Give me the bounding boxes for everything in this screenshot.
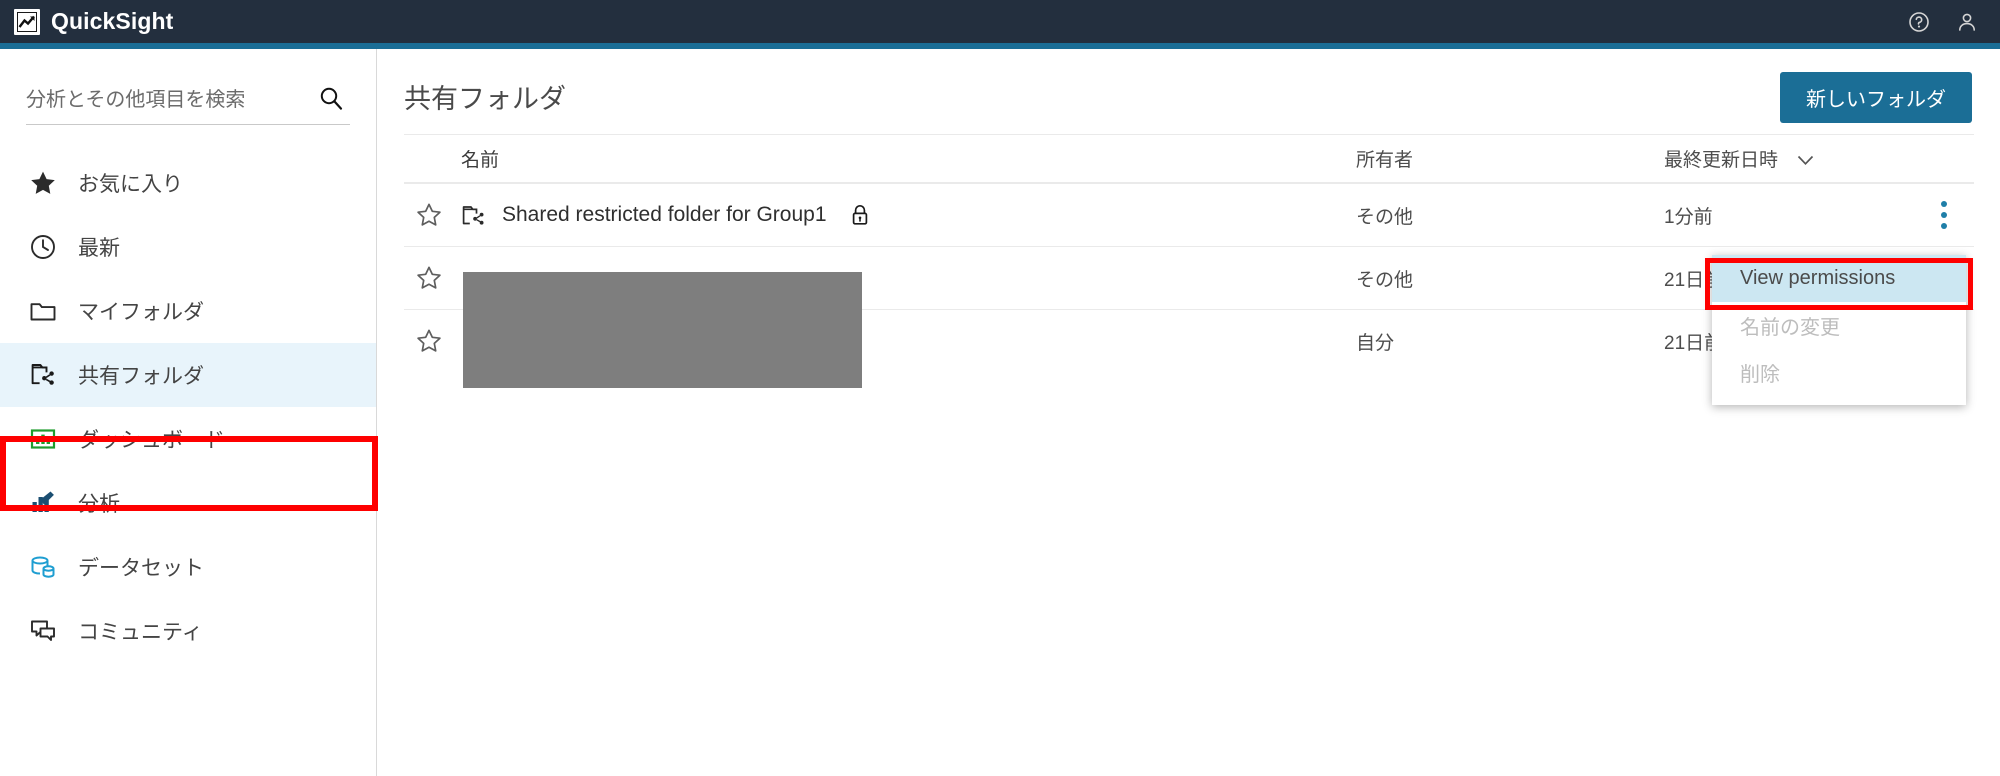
help-circle-icon[interactable] <box>1908 11 1930 33</box>
row-actions-menu-button[interactable] <box>1914 195 1974 235</box>
star-outline-icon[interactable] <box>416 265 442 291</box>
favorite-toggle[interactable] <box>404 202 461 228</box>
column-header-updated[interactable]: 最終更新日時 <box>1664 145 1914 172</box>
chevron-down-icon <box>1797 150 1814 171</box>
sidebar-item-dashboards[interactable]: ダッシュボード <box>0 407 376 471</box>
shared-folder-icon <box>461 204 487 226</box>
shared-folder-icon <box>28 360 58 390</box>
page-title: 共有フォルダ <box>404 84 566 114</box>
sidebar-item-analyses[interactable]: 分析 <box>0 471 376 535</box>
brand[interactable]: QuickSight <box>0 8 173 35</box>
sidebar: お気に入り 最新 マイフォルダ <box>0 49 378 776</box>
app-title: QuickSight <box>51 8 174 34</box>
folder-owner-label: その他 <box>1356 206 1414 228</box>
folder-name-label: Shared restricted folder for Group1 <box>502 203 827 226</box>
row-context-menu: View permissions 名前の変更 削除 <box>1712 255 1966 405</box>
favorite-toggle[interactable] <box>404 328 461 354</box>
sidebar-item-favorites[interactable]: お気に入り <box>0 151 376 215</box>
sidebar-item-label: コミュニティ <box>78 621 203 644</box>
sidebar-item-label: ダッシュボード <box>78 429 225 452</box>
column-header-updated-label: 最終更新日時 <box>1664 150 1779 171</box>
sidebar-item-recent[interactable]: 最新 <box>0 215 376 279</box>
clock-icon <box>28 232 58 262</box>
star-outline-icon[interactable] <box>416 328 442 354</box>
sidebar-item-label: お気に入り <box>78 173 183 196</box>
context-menu-item-delete: 削除 <box>1740 364 1780 386</box>
sidebar-item-label: データセット <box>78 557 204 580</box>
main-header: 共有フォルダ 新しいフォルダ <box>378 49 2000 134</box>
sidebar-item-label: 最新 <box>78 237 120 260</box>
sidebar-item-shared-folder[interactable]: 共有フォルダ <box>0 343 376 407</box>
sidebar-nav: お気に入り 最新 マイフォルダ 共有フォルダ ダッシュボード 分析 データセット… <box>0 151 376 663</box>
sidebar-item-label: マイフォルダ <box>78 301 204 324</box>
dashboard-icon <box>28 424 58 454</box>
search-icon[interactable] <box>318 85 344 111</box>
kebab-menu-icon[interactable] <box>1935 195 1953 235</box>
community-icon <box>28 616 58 646</box>
star-outline-icon[interactable] <box>416 202 442 228</box>
topbar-actions <box>1908 11 2000 33</box>
folder-name-cell[interactable]: Shared restricted folder for Group1 <box>461 203 1356 227</box>
sidebar-item-datasets[interactable]: データセット <box>0 535 376 599</box>
quicksight-logo-icon <box>14 8 40 35</box>
folder-updated-label: 1分前 <box>1664 206 1713 228</box>
sidebar-item-label: 共有フォルダ <box>78 365 204 388</box>
main-content: 共有フォルダ 新しいフォルダ 名前 所有者 最終更新日時 Shared rest… <box>378 49 2000 776</box>
star-filled-icon <box>28 168 58 198</box>
context-menu-item-rename: 名前の変更 <box>1740 317 1840 339</box>
top-bar: QuickSight <box>0 0 2000 43</box>
sidebar-item-community[interactable]: コミュニティ <box>0 599 376 663</box>
lock-icon <box>850 203 870 227</box>
sidebar-item-my-folder[interactable]: マイフォルダ <box>0 279 376 343</box>
column-header-name[interactable]: 名前 <box>461 145 1356 172</box>
favorite-toggle[interactable] <box>404 265 461 291</box>
folder-owner-label: その他 <box>1356 269 1414 291</box>
sidebar-item-label: 分析 <box>78 493 120 516</box>
table-row[interactable]: Shared restricted folder for Group1 その他 … <box>404 183 1974 246</box>
redaction-overlay <box>463 272 862 388</box>
context-menu-item-view-permissions[interactable]: View permissions <box>1712 255 1966 302</box>
new-folder-button[interactable]: 新しいフォルダ <box>1780 72 1972 123</box>
dataset-icon <box>28 552 58 582</box>
user-account-icon[interactable] <box>1956 11 1978 33</box>
folder-owner-label: 自分 <box>1356 332 1395 354</box>
search-input[interactable] <box>26 89 296 112</box>
table-header-row: 名前 所有者 最終更新日時 <box>404 134 1974 183</box>
folder-icon <box>28 296 58 326</box>
search-container[interactable] <box>26 77 350 125</box>
analysis-icon <box>28 488 58 518</box>
column-header-owner[interactable]: 所有者 <box>1356 145 1664 172</box>
